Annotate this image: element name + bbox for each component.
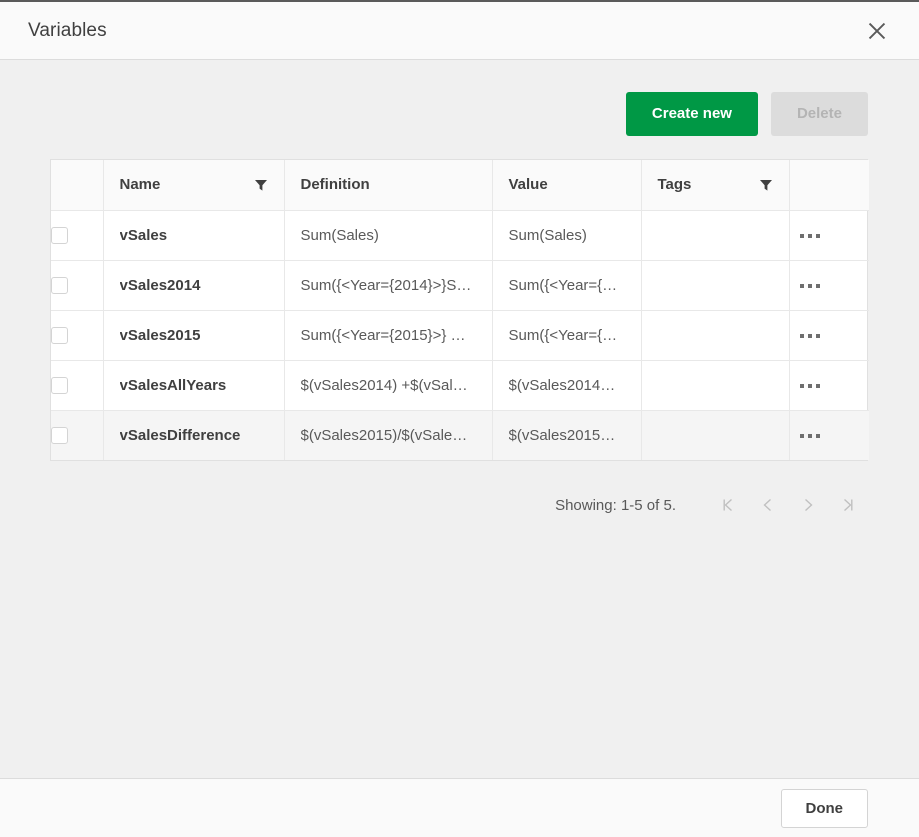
column-header-tags[interactable]: Tags [641, 160, 789, 210]
variable-definition-cell: Sum({<Year={2014}>}S… [284, 260, 492, 310]
row-select-cell [51, 310, 103, 360]
page-title: Variables [28, 20, 107, 42]
done-button[interactable]: Done [781, 789, 869, 828]
variable-value: Sum(Sales) [509, 227, 625, 244]
dialog-body: Create new Delete [0, 60, 919, 778]
row-select-cell [51, 210, 103, 260]
last-page-button[interactable] [828, 491, 868, 519]
dialog-footer: Done [0, 778, 919, 837]
ellipsis-icon[interactable] [790, 426, 830, 446]
column-header-name[interactable]: Name [103, 160, 284, 210]
variable-value-cell: $(vSales2014… [492, 360, 641, 410]
variable-definition: Sum(Sales) [301, 227, 476, 244]
ellipsis-icon[interactable] [790, 376, 830, 396]
variable-definition-cell: Sum({<Year={2015}>} … [284, 310, 492, 360]
variables-dialog: Variables Create new Delete [0, 0, 919, 837]
variable-value: Sum({<Year={… [509, 327, 625, 344]
first-page-button[interactable] [708, 491, 748, 519]
variable-tags-cell [641, 260, 789, 310]
row-select-cell [51, 260, 103, 310]
variable-value: Sum({<Year={… [509, 277, 625, 294]
row-checkbox[interactable] [51, 227, 68, 244]
dialog-header: Variables [0, 2, 919, 60]
variable-tags-cell [641, 310, 789, 360]
variable-definition: $(vSales2015)/$(vSale… [301, 427, 476, 444]
variable-value-cell: Sum(Sales) [492, 210, 641, 260]
table-row[interactable]: vSales2015 Sum({<Year={2015}>} … Sum({<Yea… [51, 310, 869, 360]
column-header-select [51, 160, 103, 210]
ellipsis-icon[interactable] [790, 276, 830, 296]
column-header-actions [789, 160, 869, 210]
last-page-icon [840, 497, 856, 513]
create-new-button[interactable]: Create new [626, 92, 758, 136]
toolbar: Create new Delete [0, 60, 919, 136]
pagination-status: Showing: 1-5 of 5. [555, 497, 676, 514]
variable-definition: Sum({<Year={2015}>} … [301, 327, 476, 344]
table-header: Name Definition [51, 160, 869, 210]
variable-tags-cell [641, 360, 789, 410]
variable-name-cell: vSalesDifference [103, 410, 284, 460]
row-select-cell [51, 360, 103, 410]
variable-definition-cell: $(vSales2014) +$(vSal… [284, 360, 492, 410]
previous-page-button[interactable] [748, 491, 788, 519]
table-body: vSales Sum(Sales) Sum(Sales) vSales2014 Sum(… [51, 210, 869, 460]
next-page-button[interactable] [788, 491, 828, 519]
column-header-value[interactable]: Value [492, 160, 641, 210]
variable-name-cell: vSales2014 [103, 260, 284, 310]
column-header-name-label: Name [120, 176, 161, 193]
row-actions-cell [789, 210, 869, 260]
row-checkbox[interactable] [51, 277, 68, 294]
variable-value-cell: Sum({<Year={… [492, 310, 641, 360]
variable-name: vSalesDifference [120, 427, 268, 444]
row-actions-cell [789, 360, 869, 410]
column-header-definition[interactable]: Definition [284, 160, 492, 210]
column-header-definition-label: Definition [301, 176, 370, 193]
table-row[interactable]: vSalesAllYears $(vSales2014) +$(vSal… $(vS… [51, 360, 869, 410]
close-icon [867, 21, 887, 41]
row-checkbox[interactable] [51, 427, 68, 444]
row-checkbox[interactable] [51, 377, 68, 394]
variable-value: $(vSales2014… [509, 377, 625, 394]
variables-table-container: Name Definition [50, 159, 868, 461]
variable-value: $(vSales2015… [509, 427, 625, 444]
row-actions-cell [789, 310, 869, 360]
table-row[interactable]: vSalesDifference $(vSales2015)/$(vSale… $(… [51, 410, 869, 460]
variable-definition-cell: $(vSales2015)/$(vSale… [284, 410, 492, 460]
variable-name: vSales [120, 227, 268, 244]
row-select-cell [51, 410, 103, 460]
delete-button[interactable]: Delete [771, 92, 868, 136]
variables-table: Name Definition [51, 160, 869, 460]
variable-value-cell: $(vSales2015… [492, 410, 641, 460]
ellipsis-icon[interactable] [790, 326, 830, 346]
table-row[interactable]: vSales2014 Sum({<Year={2014}>}S… Sum({<Yea… [51, 260, 869, 310]
variable-name: vSales2015 [120, 327, 268, 344]
table-header-row: Name Definition [51, 160, 869, 210]
first-page-icon [720, 497, 736, 513]
variable-name-cell: vSalesAllYears [103, 360, 284, 410]
variable-definition-cell: Sum(Sales) [284, 210, 492, 260]
row-actions-cell [789, 260, 869, 310]
ellipsis-icon[interactable] [790, 226, 830, 246]
variable-definition: $(vSales2014) +$(vSal… [301, 377, 476, 394]
variable-name: vSales2014 [120, 277, 268, 294]
variable-definition: Sum({<Year={2014}>}S… [301, 277, 476, 294]
table-row[interactable]: vSales Sum(Sales) Sum(Sales) [51, 210, 869, 260]
variable-tags-cell [641, 410, 789, 460]
column-header-value-label: Value [509, 176, 548, 193]
variable-name-cell: vSales [103, 210, 284, 260]
previous-page-icon [760, 497, 776, 513]
variable-name-cell: vSales2015 [103, 310, 284, 360]
filter-icon-tags[interactable] [759, 178, 773, 192]
variable-value-cell: Sum({<Year={… [492, 260, 641, 310]
row-checkbox[interactable] [51, 327, 68, 344]
variable-name: vSalesAllYears [120, 377, 268, 394]
row-actions-cell [789, 410, 869, 460]
column-header-tags-label: Tags [658, 176, 692, 193]
close-button[interactable] [855, 9, 899, 53]
pagination: Showing: 1-5 of 5. [0, 491, 868, 519]
variable-tags-cell [641, 210, 789, 260]
filter-icon-name[interactable] [254, 178, 268, 192]
next-page-icon [800, 497, 816, 513]
